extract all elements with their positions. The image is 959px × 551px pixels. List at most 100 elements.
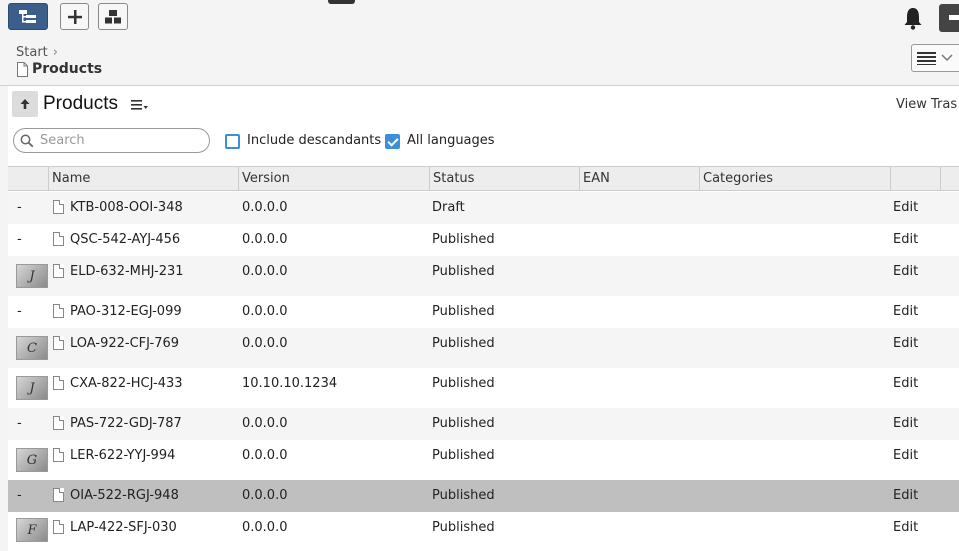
row-version: 10.10.10.1234 (242, 376, 338, 391)
document-icon (53, 520, 64, 534)
row-status: Published (432, 376, 495, 391)
document-icon (53, 488, 64, 502)
arrow-up-icon (20, 99, 30, 109)
document-icon (53, 448, 64, 462)
row-edit-link[interactable]: Edit (893, 488, 918, 503)
row-name[interactable]: OIA-522-RGJ-948 (70, 488, 179, 503)
bell-icon[interactable] (901, 5, 925, 31)
column-header-version[interactable]: Version (238, 167, 429, 190)
row-thumbnail-placeholder: - (17, 304, 22, 319)
tree-view-icon (19, 9, 36, 23)
view-trash-link[interactable]: View Tras (896, 97, 957, 112)
row-version: 0.0.0.0 (242, 264, 288, 279)
row-thumbnail-placeholder: - (17, 488, 22, 503)
plus-icon (67, 9, 82, 24)
row-version: 0.0.0.0 (242, 336, 288, 351)
parent-level-button[interactable] (12, 91, 38, 117)
top-toolbar (0, 0, 959, 38)
row-status: Published (432, 264, 495, 279)
search-input[interactable] (40, 133, 200, 148)
all-languages-label[interactable]: All languages (407, 133, 495, 148)
table-header: Name Version Status EAN Categories (8, 166, 959, 191)
column-header-ean[interactable]: EAN (579, 167, 699, 190)
document-icon (53, 376, 64, 390)
include-descendants-label[interactable]: Include descandants (247, 133, 381, 148)
row-status: Published (432, 304, 495, 319)
product-thumbnail: J (16, 376, 48, 400)
row-version: 0.0.0.0 (242, 488, 288, 503)
document-icon (53, 264, 64, 278)
row-name[interactable]: QSC-542-AYJ-456 (70, 232, 180, 247)
row-thumbnail-placeholder: - (17, 200, 22, 215)
column-header-name[interactable]: Name (48, 167, 238, 190)
row-status: Draft (432, 200, 465, 215)
all-languages-checkbox[interactable] (385, 134, 400, 149)
view-menu-button[interactable] (911, 44, 959, 72)
product-thumbnail: G (16, 448, 48, 472)
product-thumbnail: C (16, 336, 48, 360)
row-version: 0.0.0.0 (242, 416, 288, 431)
top-handle[interactable] (328, 0, 355, 4)
chevron-down-icon (941, 54, 953, 62)
document-icon (53, 232, 64, 246)
page-title: Products (43, 93, 118, 114)
chevron-right-icon: › (52, 45, 58, 60)
row-name[interactable]: KTB-008-OOI-348 (70, 200, 183, 215)
row-edit-link[interactable]: Edit (893, 200, 918, 215)
blocks-button[interactable] (98, 3, 128, 30)
table-row[interactable]: - QSC-542-AYJ-456 0.0.0.0 Published Edit (8, 224, 959, 256)
table-row[interactable]: - PAO-312-EGJ-099 0.0.0.0 Published Edit (8, 296, 959, 328)
row-name[interactable]: LER-622-YYJ-994 (70, 448, 175, 463)
table-row[interactable]: - PAS-722-GDJ-787 0.0.0.0 Published Edit (8, 408, 959, 440)
row-version: 0.0.0.0 (242, 448, 288, 463)
list-menu-icon (917, 52, 936, 65)
column-header-status[interactable]: Status (429, 167, 579, 190)
blocks-icon (105, 9, 121, 23)
row-name[interactable]: LAP-422-SFJ-030 (70, 520, 177, 535)
row-name[interactable]: ELD-632-MHJ-231 (70, 264, 184, 279)
include-descendants-checkbox[interactable] (225, 134, 240, 149)
table-row[interactable]: J ELD-632-MHJ-231 0.0.0.0 Published Edit (8, 256, 959, 296)
table-row[interactable]: G LER-622-YYJ-994 0.0.0.0 Published Edit (8, 440, 959, 480)
row-edit-link[interactable]: Edit (893, 264, 918, 279)
table-row[interactable]: C LOA-922-CFJ-769 0.0.0.0 Published Edit (8, 328, 959, 368)
row-edit-link[interactable]: Edit (893, 376, 918, 391)
context-menu-icon[interactable] (131, 98, 149, 112)
search-icon (20, 134, 34, 147)
row-thumbnail-placeholder: - (17, 416, 22, 431)
column-header-categories[interactable]: Categories (699, 167, 890, 190)
user-menu-button[interactable] (939, 4, 959, 32)
breadcrumb: Start › Products (16, 45, 102, 77)
table-row-selected[interactable]: - OIA-522-RGJ-948 0.0.0.0 Published Edit (8, 480, 959, 512)
row-version: 0.0.0.0 (242, 304, 288, 319)
table-row[interactable]: J CXA-822-HCJ-433 10.10.10.1234 Publishe… (8, 368, 959, 408)
column-header-spacer (940, 167, 959, 190)
row-status: Published (432, 232, 495, 247)
row-edit-link[interactable]: Edit (893, 304, 918, 319)
row-edit-link[interactable]: Edit (893, 232, 918, 247)
row-edit-link[interactable]: Edit (893, 448, 918, 463)
document-icon (53, 304, 64, 318)
row-version: 0.0.0.0 (242, 200, 288, 215)
row-name[interactable]: PAO-312-EGJ-099 (70, 304, 182, 319)
row-name[interactable]: PAS-722-GDJ-787 (70, 416, 182, 431)
row-name[interactable]: CXA-822-HCJ-433 (70, 376, 183, 391)
document-icon (53, 200, 64, 214)
row-status: Published (432, 448, 495, 463)
row-name[interactable]: LOA-922-CFJ-769 (70, 336, 179, 351)
row-edit-link[interactable]: Edit (893, 520, 918, 535)
row-version: 0.0.0.0 (242, 520, 288, 535)
table-row[interactable]: - KTB-008-OOI-348 0.0.0.0 Draft Edit (8, 192, 959, 224)
product-thumbnail: J (16, 264, 48, 288)
breadcrumb-current: Products (32, 61, 103, 77)
row-status: Published (432, 488, 495, 503)
add-button[interactable] (60, 3, 89, 30)
breadcrumb-start[interactable]: Start (16, 45, 48, 60)
document-icon (17, 61, 28, 77)
row-edit-link[interactable]: Edit (893, 336, 918, 351)
tree-view-button[interactable] (8, 3, 48, 30)
table-row[interactable]: F LAP-422-SFJ-030 0.0.0.0 Published Edit (8, 512, 959, 551)
row-status: Published (432, 416, 495, 431)
row-edit-link[interactable]: Edit (893, 416, 918, 431)
search-box (13, 128, 210, 153)
